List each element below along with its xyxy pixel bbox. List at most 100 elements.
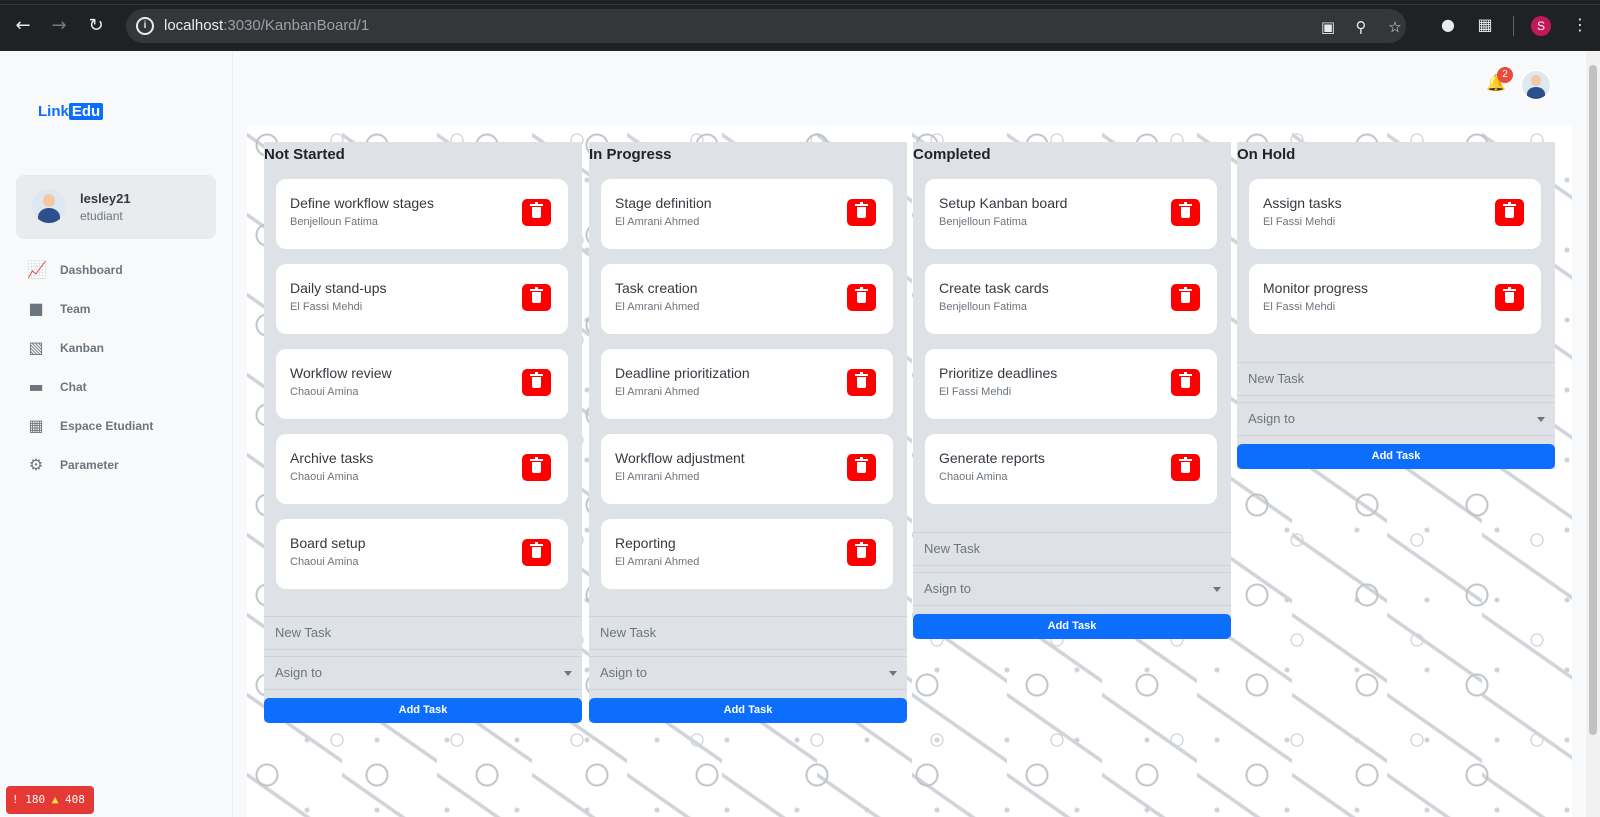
logo-box: Edu [68, 103, 104, 120]
delete-task-button[interactable] [847, 199, 876, 226]
delete-task-button[interactable] [522, 369, 551, 396]
task-assignee: Benjelloun Fatima [290, 216, 379, 228]
scrollbar-thumb[interactable] [1589, 65, 1597, 735]
delete-task-button[interactable] [522, 284, 551, 311]
delete-task-button[interactable] [1171, 454, 1200, 481]
trash-icon [855, 542, 868, 558]
trash-icon [1503, 287, 1516, 303]
task-card[interactable]: Workflow review Chaoui Amina [276, 349, 568, 419]
extensions-puzzle-icon[interactable]: ▦ [1474, 14, 1496, 36]
bookmark-star-icon[interactable]: ☆ [1386, 18, 1404, 36]
assign-to-select[interactable]: Asign to [264, 656, 582, 690]
delete-task-button[interactable] [1171, 369, 1200, 396]
caret-down-icon [1537, 417, 1545, 422]
column-not-started: Not Started Define workflow stages Benjel… [264, 142, 582, 723]
site-info-icon[interactable]: i [136, 17, 154, 35]
task-title: Prioritize deadlines [939, 365, 1058, 381]
forward-icon[interactable]: → [46, 13, 72, 39]
task-card[interactable]: Workflow adjustment El Amrani Ahmed [601, 434, 893, 504]
assign-to-select[interactable]: Asign to [1237, 402, 1555, 436]
zoom-icon[interactable]: ⚲ [1352, 18, 1370, 36]
delete-task-button[interactable] [847, 454, 876, 481]
delete-task-button[interactable] [522, 454, 551, 481]
url-text[interactable]: localhost:3030/KanbanBoard/1 [164, 17, 369, 34]
task-card[interactable]: Assign tasks El Fassi Mehdi [1249, 179, 1541, 249]
task-card[interactable]: Daily stand-ups El Fassi Mehdi [276, 264, 568, 334]
sidebar-item-chat[interactable]: ▬ Chat [26, 376, 206, 400]
header-avatar[interactable] [1522, 71, 1550, 99]
trash-icon [530, 457, 543, 473]
delete-task-button[interactable] [522, 199, 551, 226]
trash-icon [1179, 202, 1192, 218]
profile-avatar[interactable]: S [1531, 16, 1551, 36]
task-card[interactable]: Generate reports Chaoui Amina [925, 434, 1217, 504]
add-task-button[interactable]: Add Task [264, 698, 582, 723]
gear-icon: ⚙ [28, 455, 44, 474]
page-scrollbar[interactable] [1586, 51, 1600, 817]
task-title: Reporting [615, 535, 676, 551]
caret-down-icon [564, 671, 572, 676]
delete-task-button[interactable] [1171, 284, 1200, 311]
delete-task-button[interactable] [847, 284, 876, 311]
task-card[interactable]: Monitor progress El Fassi Mehdi [1249, 264, 1541, 334]
task-title: Task creation [615, 280, 698, 296]
caret-down-icon [889, 671, 897, 676]
app-logo[interactable]: Link Edu [38, 103, 104, 120]
new-task-input[interactable]: New Task [589, 616, 907, 650]
delete-task-button[interactable] [1495, 199, 1524, 226]
task-title: Workflow review [290, 365, 392, 381]
trash-icon [530, 287, 543, 303]
task-assignee: El Amrani Ahmed [615, 301, 700, 313]
task-card[interactable]: Prioritize deadlines El Fassi Mehdi [925, 349, 1217, 419]
back-icon[interactable]: ← [10, 13, 36, 39]
task-card[interactable]: Deadline prioritization El Amrani Ahmed [601, 349, 893, 419]
address-bar[interactable]: i localhost:3030/KanbanBoard/1 ▣ ⚲ ☆ [126, 9, 1406, 43]
assign-to-select[interactable]: Asign to [913, 572, 1231, 606]
extension-icon[interactable]: ● [1437, 14, 1459, 36]
delete-task-button[interactable] [847, 539, 876, 566]
delete-task-button[interactable] [847, 369, 876, 396]
task-assignee: Benjelloun Fatima [939, 301, 1028, 313]
new-task-input[interactable]: New Task [264, 616, 582, 650]
task-title: Workflow adjustment [615, 450, 745, 466]
trash-icon [855, 202, 868, 218]
trash-icon [530, 542, 543, 558]
assign-to-label: Asign to [600, 665, 647, 680]
logo-text: Link [38, 103, 69, 120]
task-card[interactable]: Setup Kanban board Benjelloun Fatima [925, 179, 1217, 249]
task-card[interactable]: Archive tasks Chaoui Amina [276, 434, 568, 504]
assign-to-label: Asign to [1248, 411, 1295, 426]
delete-task-button[interactable] [522, 539, 551, 566]
sidebar-item-dashboard[interactable]: 📈 Dashboard [26, 259, 206, 283]
sidebar-item-espace-etudiant[interactable]: ▦ Espace Etudiant [26, 415, 206, 439]
assign-to-select[interactable]: Asign to [589, 656, 907, 690]
new-task-input[interactable]: New Task [1237, 362, 1555, 396]
dev-error-overlay[interactable]: ! 180 ▲ 408 [6, 786, 94, 814]
task-card[interactable]: Stage definition El Amrani Ahmed [601, 179, 893, 249]
task-card[interactable]: Board setup Chaoui Amina [276, 519, 568, 589]
column-title: In Progress [589, 146, 672, 163]
reload-icon[interactable]: ↻ [83, 13, 109, 39]
install-app-icon[interactable]: ▣ [1319, 18, 1337, 36]
column-title: On Hold [1237, 146, 1296, 163]
task-card[interactable]: Define workflow stages Benjelloun Fatima [276, 179, 568, 249]
chrome-menu-icon[interactable]: ⋮ [1569, 14, 1591, 36]
trash-icon [855, 287, 868, 303]
sidebar-item-kanban[interactable]: ▧ Kanban [26, 337, 206, 361]
new-task-input[interactable]: New Task [913, 532, 1231, 566]
add-task-button[interactable]: Add Task [913, 614, 1231, 639]
delete-task-button[interactable] [1171, 199, 1200, 226]
task-card[interactable]: Create task cards Benjelloun Fatima [925, 264, 1217, 334]
add-task-button[interactable]: Add Task [1237, 444, 1555, 469]
task-title: Assign tasks [1263, 195, 1342, 211]
chat-icon: ▬ [28, 377, 44, 396]
task-card[interactable]: Reporting El Amrani Ahmed [601, 519, 893, 589]
delete-task-button[interactable] [1495, 284, 1524, 311]
sidebar-item-team[interactable]: ■ Team [26, 298, 206, 322]
task-card[interactable]: Task creation El Amrani Ahmed [601, 264, 893, 334]
task-assignee: El Amrani Ahmed [615, 216, 700, 228]
sidebar-item-parameter[interactable]: ⚙ Parameter [26, 454, 206, 478]
task-title: Stage definition [615, 195, 712, 211]
add-task-button[interactable]: Add Task [589, 698, 907, 723]
user-card[interactable]: lesley21 etudiant [16, 175, 216, 239]
